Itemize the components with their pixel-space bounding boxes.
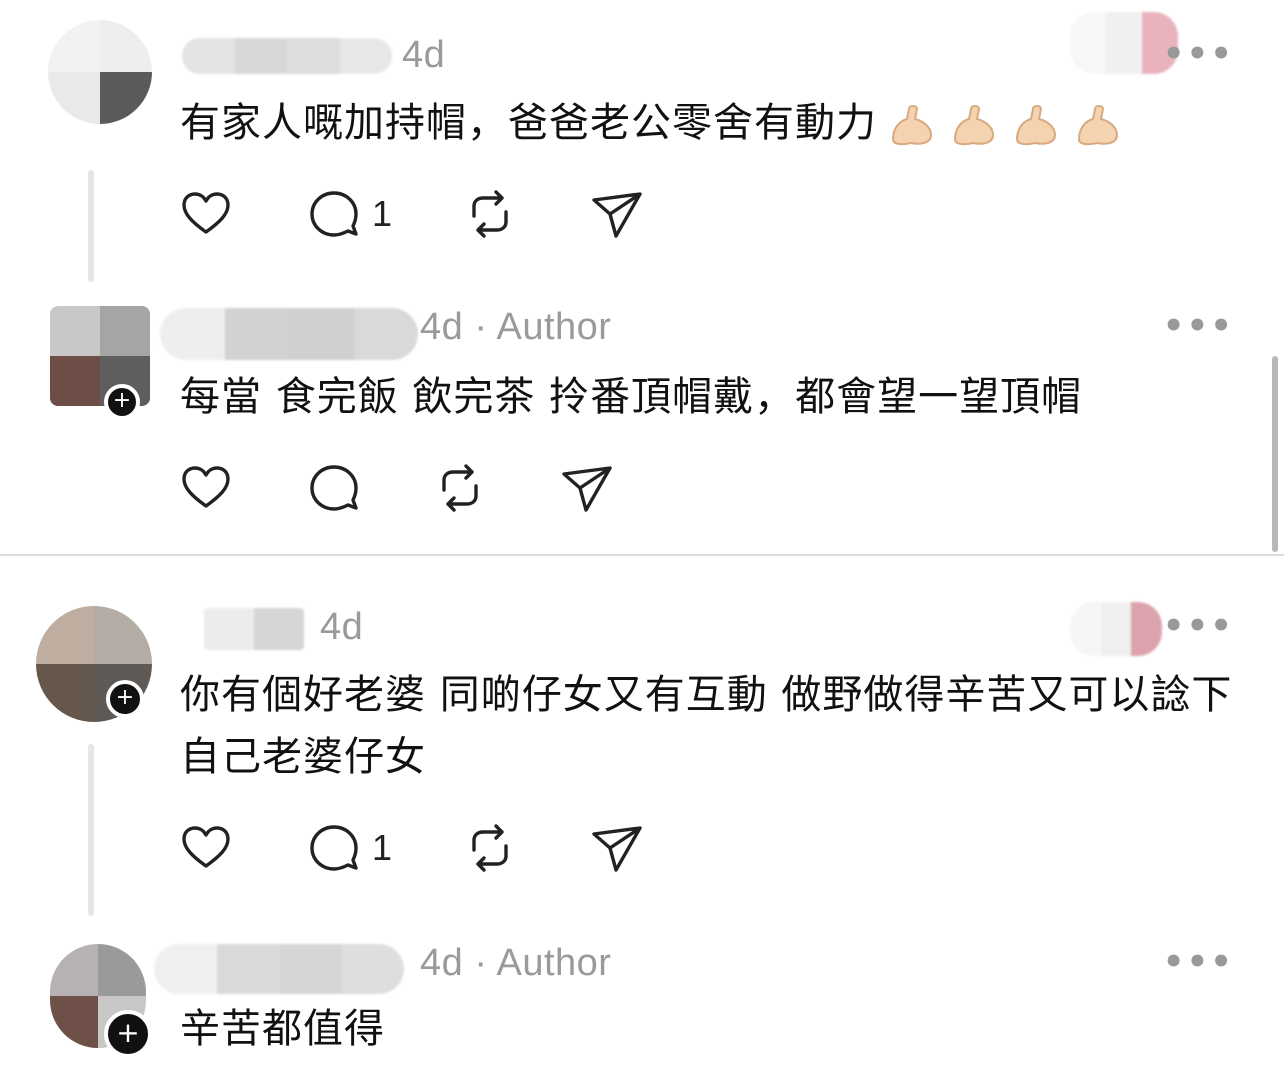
action-bar: 1 (178, 820, 670, 876)
repost-button[interactable] (462, 820, 590, 876)
username-blurred[interactable] (154, 944, 404, 994)
comment-meta: 4d · Author (420, 942, 611, 985)
heart-icon (182, 826, 230, 868)
comment-icon (310, 825, 358, 871)
like-button[interactable] (178, 460, 306, 516)
meta-separator: · (474, 942, 488, 984)
comment-text: 你有個好老婆 同啲仔女又有互動 做野做得辛苦又可以諗下自己老婆仔女 (180, 664, 1244, 788)
scrollbar[interactable] (1272, 356, 1278, 552)
repost-icon (472, 190, 508, 238)
flexed-biceps-icon (891, 105, 933, 146)
attached-image-blurred[interactable] (1070, 602, 1162, 656)
timestamp: 4d (320, 606, 364, 648)
repost-button[interactable] (432, 460, 560, 516)
more-options-icon[interactable]: ••• (1163, 306, 1234, 346)
comment-text-content: 你有個好老婆 同啲仔女又有互動 做野做得辛苦又可以諗下自己老婆仔女 (180, 672, 1233, 780)
send-icon (592, 192, 642, 238)
more-options-icon[interactable]: ••• (1163, 34, 1234, 74)
repost-icon (442, 464, 478, 512)
send-icon (592, 826, 642, 872)
more-options-icon[interactable]: ••• (1163, 606, 1234, 646)
like-button[interactable] (178, 186, 306, 242)
repost-button[interactable] (462, 186, 590, 242)
more-options-icon[interactable]: ••• (1163, 942, 1234, 982)
username-blurred[interactable] (182, 38, 392, 74)
timestamp: 4d (420, 942, 464, 984)
comment-text-content: 辛苦都值得 (180, 1006, 385, 1052)
comment-meta: 4d (402, 34, 445, 77)
comment-text: 辛苦都值得 (180, 998, 1234, 1060)
reply-count: 1 (372, 827, 393, 868)
username-blurred[interactable] (204, 608, 304, 650)
comment-meta: 4d · Author (420, 306, 611, 349)
comment-text: 有家人嘅加持帽，爸爸老公零舍有動力 (180, 92, 1234, 154)
follow-plus-icon[interactable]: + (106, 680, 144, 718)
author-badge: Author (496, 942, 612, 984)
action-bar: 1 (178, 186, 670, 242)
avatar[interactable] (48, 20, 152, 124)
share-button[interactable] (590, 186, 670, 242)
thread-line (88, 170, 94, 282)
flexed-biceps-icon (1077, 105, 1119, 146)
username-blurred[interactable] (160, 308, 418, 360)
comment-text: 每當 食完飯 飲完茶 拎番頂帽戴，都會望一望頂帽 (180, 366, 1234, 428)
heart-icon (182, 192, 230, 234)
meta-separator: · (474, 306, 488, 348)
reply-button[interactable]: 1 (306, 820, 462, 876)
flexed-biceps-icon (953, 105, 995, 146)
follow-plus-icon[interactable]: + (104, 384, 140, 420)
comment-meta: 4d (320, 606, 363, 649)
author-badge: Author (496, 306, 612, 348)
share-button[interactable] (590, 820, 670, 876)
comment-text-content: 每當 食完飯 飲完茶 拎番頂帽戴，都會望一望頂帽 (180, 374, 1083, 420)
thread-divider (0, 554, 1284, 556)
repost-icon (472, 824, 508, 872)
send-icon (562, 466, 612, 512)
comment-icon (310, 191, 358, 237)
comment-text-content: 有家人嘅加持帽，爸爸老公零舍有動力 (180, 100, 877, 146)
flexed-biceps-icon (1015, 105, 1057, 146)
timestamp: 4d (402, 34, 446, 76)
action-bar (178, 460, 640, 516)
heart-icon (182, 466, 230, 508)
timestamp: 4d (420, 306, 464, 348)
share-button[interactable] (560, 460, 640, 516)
follow-plus-icon[interactable]: + (104, 1010, 152, 1058)
like-button[interactable] (178, 820, 306, 876)
reply-button[interactable] (306, 460, 432, 516)
attached-image-blurred[interactable] (1070, 12, 1178, 74)
thread-line (88, 744, 94, 916)
reply-button[interactable]: 1 (306, 186, 462, 242)
reply-count: 1 (372, 193, 393, 234)
comment-icon (310, 465, 358, 511)
